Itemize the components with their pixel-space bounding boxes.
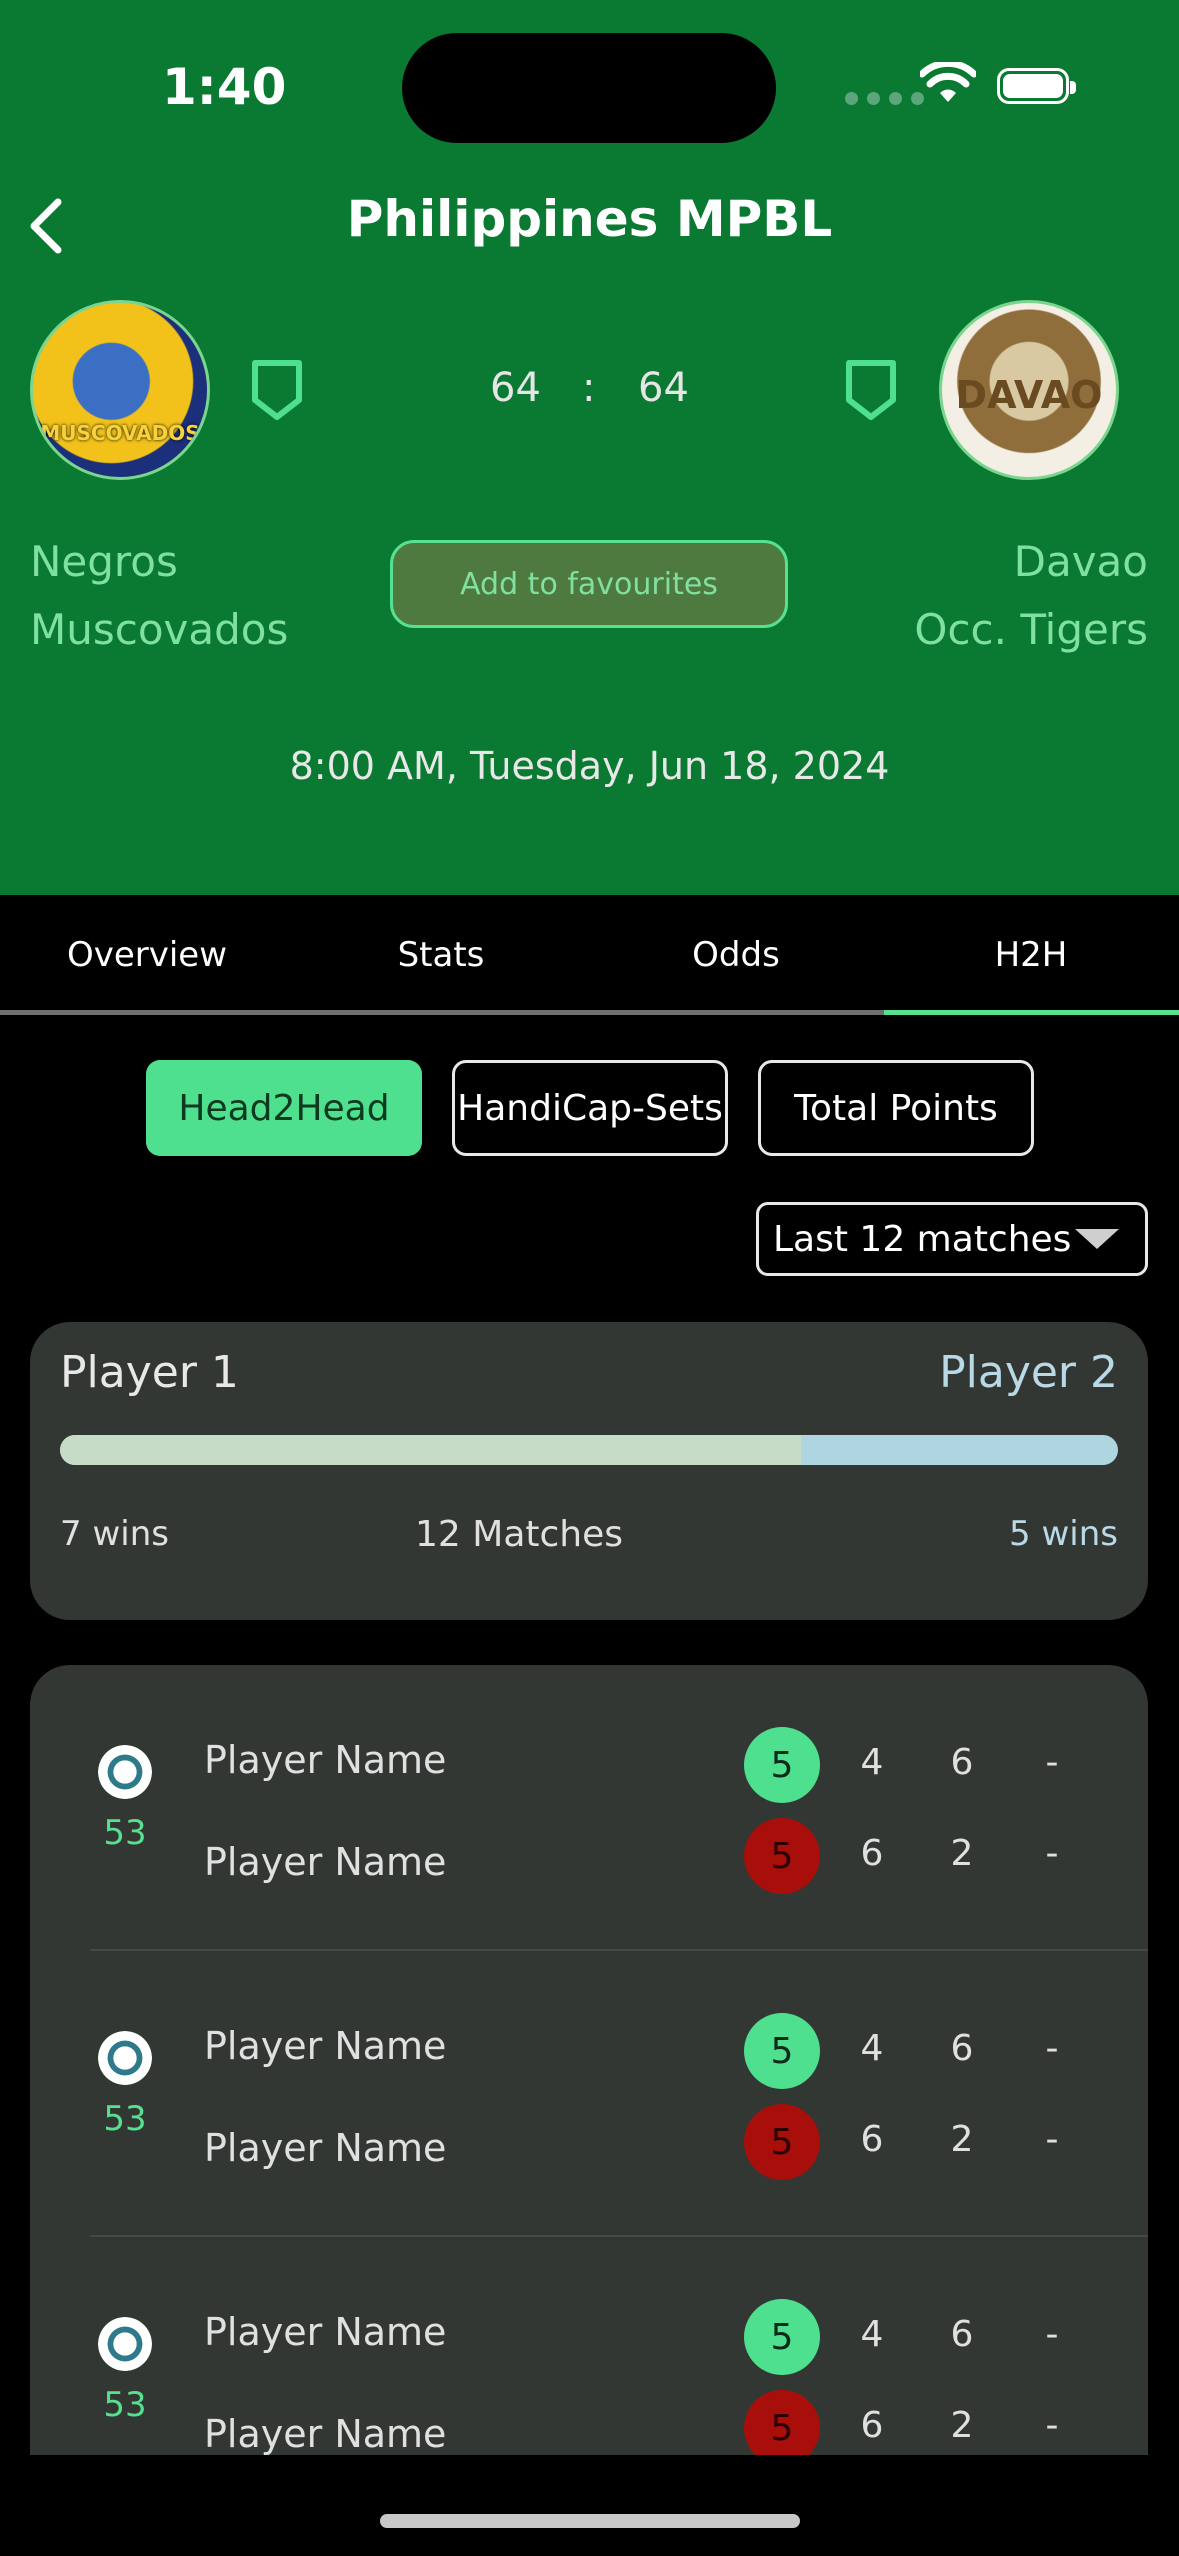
player1-name: Player Name [204,2310,447,2354]
home-team-name-line1: Negros [30,537,178,586]
player1-win-share [60,1435,801,1465]
league-icon [98,2031,152,2085]
segment-total-points[interactable]: Total Points [758,1060,1034,1156]
matches-filter-dropdown[interactable]: Last 12 matches [756,1202,1148,1276]
player1-name: Player Name [204,1738,447,1782]
tab-odds[interactable]: Odds [589,895,883,1015]
match-number: 53 [103,1813,147,1853]
player2-name: Player Name [204,2412,447,2455]
player1-total-badge: 5 [744,2013,820,2089]
battery-icon [997,68,1076,104]
away-team-name-line1: Davao [1013,537,1148,586]
player1-total-badge: 5 [744,2299,820,2375]
player1-name: Player Name [204,2024,447,2068]
signal-icon [845,92,924,105]
home-score: 64 [490,365,541,411]
player1-set-score: 4 [860,2028,884,2069]
player2-set-score: - [1045,2405,1059,2446]
player2-set-score: 2 [950,2119,974,2160]
player1-set-score: - [1045,2028,1059,2069]
away-score: 64 [638,365,689,411]
home-team-logo-text: MUSCOVADOS [40,421,200,445]
home-team-name-line2: Muscovados [30,605,289,654]
add-to-favourites-button[interactable]: Add to favourites [390,540,788,628]
home-shield-icon[interactable] [250,358,304,422]
away-team-logo-text: DAVAO [955,373,1103,417]
match-number: 53 [103,2099,147,2139]
match-header: 1:40 Philippines MPBL MUSCOVADOS 64 : 64… [0,0,1179,895]
player1-set-score: 6 [950,2314,974,2355]
tab-overview[interactable]: Overview [0,895,294,1015]
league-icon [98,2317,152,2371]
list-item[interactable]: 53 Player Name Player Name 5 5 4 6 - 6 2… [30,1665,1148,1951]
home-team-logo: MUSCOVADOS [30,300,210,480]
player2-set-score: 6 [860,1833,884,1874]
player1-wins: 7 wins [60,1514,169,1554]
status-time: 1:40 [162,58,287,116]
player1-label: Player 1 [60,1347,239,1398]
away-team-name: Davao Occ. Tigers [848,528,1148,664]
player2-name: Player Name [204,2126,447,2170]
tab-h2h[interactable]: H2H [884,895,1178,1015]
dynamic-island [402,33,776,143]
player2-total-badge: 5 [744,1818,820,1894]
player1-set-score: 6 [950,2028,974,2069]
tab-stats[interactable]: Stats [294,895,588,1015]
player1-set-score: - [1045,2314,1059,2355]
player2-label: Player 2 [939,1347,1118,1398]
total-matches: 12 Matches [415,1514,624,1555]
player1-set-score: 4 [860,2314,884,2355]
home-team-name: Negros Muscovados [30,528,330,664]
player2-set-score: - [1045,1833,1059,1874]
away-shield-icon[interactable] [844,358,898,422]
tab-bar: Overview Stats Odds H2H [0,895,1179,1015]
player2-total-badge: 5 [744,2390,820,2455]
win-ratio-bar [60,1435,1118,1465]
h2h-summary-card: Player 1 Player 2 7 wins 12 Matches 5 wi… [30,1322,1148,1620]
page-title: Philippines MPBL [346,190,833,248]
match-datetime: 8:00 AM, Tuesday, Jun 18, 2024 [289,744,890,788]
away-team-name-line2: Occ. Tigers [914,605,1148,654]
score-separator: : [582,365,596,411]
away-team-logo: DAVAO [939,300,1119,480]
segment-head2head[interactable]: Head2Head [146,1060,422,1156]
player1-set-score: - [1045,1742,1059,1783]
list-item[interactable]: 53 Player Name Player Name 5 5 4 6 - 6 2… [30,2237,1148,2455]
tab-underline [0,1010,1179,1015]
player2-set-score: - [1045,2119,1059,2160]
match-number: 53 [103,2385,147,2425]
player2-name: Player Name [204,1840,447,1884]
home-indicator[interactable] [380,2514,800,2528]
player1-total-badge: 5 [744,1727,820,1803]
league-icon [98,1745,152,1799]
list-item[interactable]: 53 Player Name Player Name 5 5 4 6 - 6 2… [30,1951,1148,2237]
player2-set-score: 2 [950,1833,974,1874]
wifi-icon [920,62,976,102]
filter-selected-label: Last 12 matches [773,1218,1072,1260]
player1-set-score: 4 [860,1742,884,1783]
player2-set-score: 2 [950,2405,974,2446]
player2-set-score: 6 [860,2405,884,2446]
segment-handicap-sets[interactable]: HandiCap-Sets [452,1060,728,1156]
chevron-down-icon [1075,1229,1119,1249]
tab-active-indicator [884,1010,1179,1015]
match-list: 53 Player Name Player Name 5 5 4 6 - 6 2… [30,1665,1148,2455]
player2-set-score: 6 [860,2119,884,2160]
player1-set-score: 6 [950,1742,974,1783]
player2-total-badge: 5 [744,2104,820,2180]
player2-wins: 5 wins [1009,1514,1118,1554]
